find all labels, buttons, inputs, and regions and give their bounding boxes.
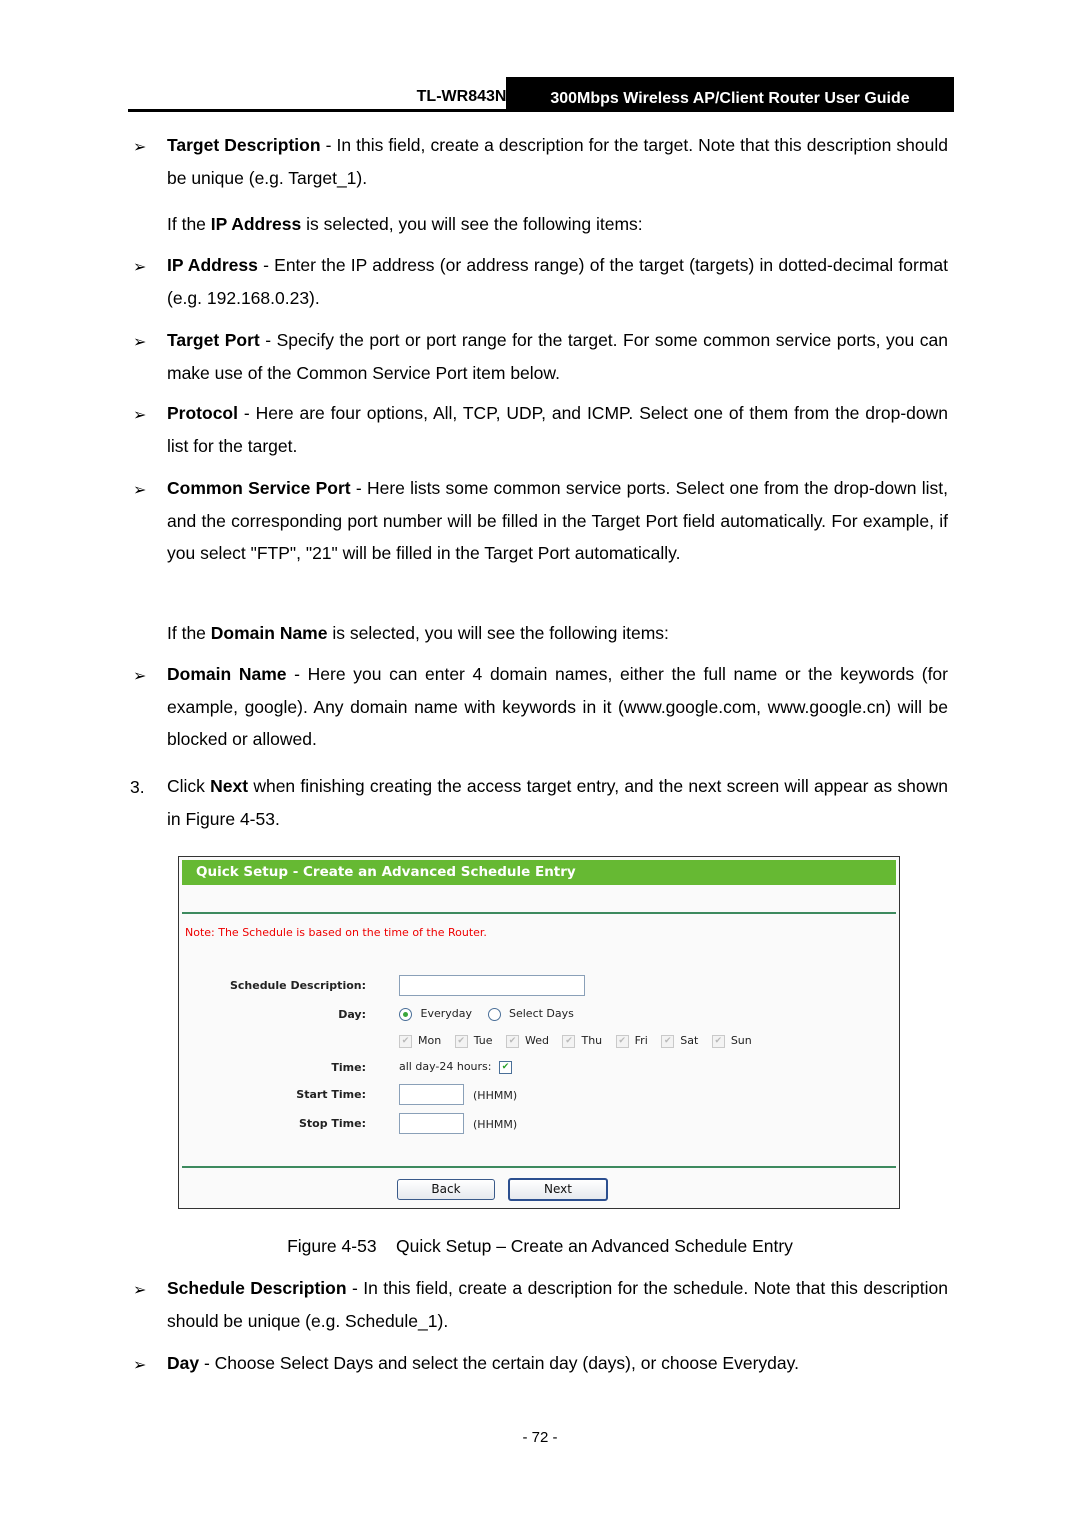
page-number: - 72 - [522, 1429, 558, 1446]
sun-checkbox[interactable]: ✔ [711, 1034, 725, 1048]
divider [182, 912, 896, 914]
figure-caption: Figure 4-53 Quick Setup – Create an Adva… [287, 1236, 793, 1256]
schedule-entry-screenshot: Quick Setup - Create an Advanced Schedul… [178, 856, 900, 1209]
term: Protocol [167, 403, 238, 423]
term: Common Service Port [167, 478, 351, 498]
fri-label: Fri [634, 1034, 648, 1047]
schedule-description-item: Schedule Description - In this field, cr… [167, 1272, 948, 1337]
divider [182, 1166, 896, 1168]
select-days-radio[interactable] [487, 1007, 501, 1021]
term: Next [210, 776, 249, 796]
protocol-item: Protocol - Here are four options, All, T… [167, 397, 948, 462]
start-time-format: (HHMM) [473, 1089, 518, 1102]
day-options: Everyday Select Days [399, 1007, 574, 1021]
schedule-description-label: Schedule Description: [229, 979, 366, 992]
definition: - Here are four options, All, TCP, UDP, … [167, 403, 948, 456]
everyday-radio[interactable] [399, 1007, 412, 1021]
bullet-icon: ➢ [133, 259, 147, 276]
stop-time-format: (HHMM) [473, 1118, 518, 1131]
text: is selected, you will see the following … [301, 214, 643, 234]
sat-label: Sat [680, 1034, 699, 1047]
thu-checkbox[interactable]: ✔ [562, 1034, 576, 1048]
definition: - Enter the IP address (or address range… [167, 255, 948, 308]
schedule-description-input[interactable] [399, 975, 585, 996]
domain-name-intro: If the Domain Name is selected, you will… [167, 617, 948, 650]
term: Target Description [167, 135, 321, 155]
wed-label: Wed [525, 1034, 549, 1047]
bullet-icon: ➢ [133, 334, 147, 351]
term: Day [167, 1353, 200, 1373]
start-time-input[interactable] [399, 1084, 464, 1105]
header-rule [128, 109, 954, 112]
target-description-item: Target Description - In this field, crea… [167, 129, 948, 194]
text: If the [167, 214, 211, 234]
panel-title: Quick Setup - Create an Advanced Schedul… [182, 860, 896, 885]
day-item: Day - Choose Select Days and select the … [167, 1347, 948, 1380]
fri-checkbox[interactable]: ✔ [615, 1034, 629, 1048]
text: If the [167, 623, 211, 643]
start-time-label: Start Time: [296, 1088, 366, 1101]
mon-checkbox[interactable]: ✔ [399, 1034, 412, 1048]
schedule-note: Note: The Schedule is based on the time … [185, 926, 487, 939]
domain-name-item: Domain Name - Here you can enter 4 domai… [167, 658, 948, 756]
text: when finishing creating the access targe… [167, 776, 948, 829]
wed-checkbox[interactable]: ✔ [506, 1034, 519, 1048]
next-button[interactable]: Next [508, 1178, 608, 1201]
product-model: TL-WR843ND [416, 88, 518, 105]
day-label: Day: [338, 1008, 366, 1021]
bullet-icon: ➢ [133, 482, 147, 499]
step-number: 3. [130, 777, 145, 797]
step-3: Click Next when finishing creating the a… [167, 770, 948, 835]
definition: - Choose Select Days and select the cert… [199, 1353, 799, 1373]
text: Click [167, 776, 211, 796]
tue-label: Tue [473, 1034, 493, 1047]
term: Target Port [167, 330, 260, 350]
stop-time-input[interactable] [399, 1113, 464, 1134]
ip-address-intro: If the IP Address is selected, you will … [167, 208, 948, 241]
bullet-icon: ➢ [133, 1282, 147, 1299]
day-checkboxes: ✔ Mon ✔ Tue ✔ Wed ✔ Thu ✔ Fri ✔ Sat ✔ Sun [399, 1034, 752, 1048]
thu-label: Thu [581, 1034, 603, 1047]
term: IP Address [167, 255, 258, 275]
guide-title: 300Mbps Wireless AP/Client Router User G… [506, 77, 954, 111]
sun-label: Sun [730, 1034, 752, 1047]
sat-checkbox[interactable]: ✔ [661, 1034, 675, 1048]
term: IP Address [210, 214, 302, 234]
all-day-label: all day-24 hours: [399, 1060, 492, 1073]
tue-checkbox[interactable]: ✔ [454, 1034, 468, 1048]
common-service-port-item: Common Service Port - Here lists some co… [167, 472, 948, 570]
bullet-icon: ➢ [133, 668, 147, 685]
all-day-field: all day-24 hours: ✔ [399, 1060, 512, 1074]
all-day-checkbox[interactable]: ✔ [499, 1060, 512, 1074]
back-button[interactable]: Back [397, 1179, 495, 1200]
text: is selected, you will see the following … [327, 623, 669, 643]
term: Domain Name [210, 623, 328, 643]
target-port-item: Target Port - Specify the port or port r… [167, 324, 948, 389]
page-header: TL-WR843ND 300Mbps Wireless AP/Client Ro… [128, 77, 954, 112]
select-days-label: Select Days [509, 1007, 574, 1020]
time-label: Time: [331, 1061, 366, 1074]
mon-label: Mon [418, 1034, 442, 1047]
bullet-icon: ➢ [133, 139, 147, 156]
term: Schedule Description [167, 1278, 347, 1298]
bullet-icon: ➢ [133, 407, 147, 424]
ip-address-item: IP Address - Enter the IP address (or ad… [167, 249, 948, 314]
term: Domain Name [167, 664, 287, 684]
definition: - Specify the port or port range for the… [167, 330, 949, 383]
everyday-label: Everyday [420, 1007, 473, 1020]
bullet-icon: ➢ [133, 1357, 147, 1374]
stop-time-label: Stop Time: [298, 1117, 366, 1130]
